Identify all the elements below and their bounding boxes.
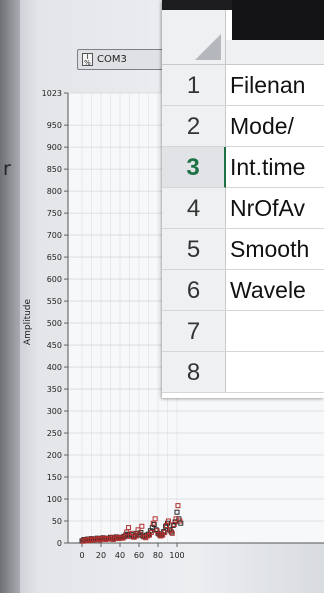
cell-a[interactable]: Mode/	[226, 106, 324, 147]
row-number[interactable]: 3	[162, 147, 226, 188]
row-number[interactable]: 4	[162, 188, 226, 229]
cell-a[interactable]	[226, 352, 324, 393]
row-number[interactable]: 6	[162, 270, 226, 311]
x-tick-label: 60	[134, 551, 144, 560]
y-tick-label: 900	[47, 143, 62, 152]
y-tick-label: 100	[47, 495, 62, 504]
y-tick-label: 0	[57, 539, 62, 548]
y-tick-label: 750	[47, 209, 62, 218]
cell-a[interactable]: Int.time	[226, 147, 324, 188]
sheet-row[interactable]: 3 Int.time	[162, 147, 324, 188]
sheet-row[interactable]: 8	[162, 352, 324, 393]
x-tick-label: 80	[153, 551, 163, 560]
y-tick-label: 700	[47, 231, 62, 240]
x-tick-label: 40	[115, 551, 125, 560]
y-tick-label: 150	[47, 473, 62, 482]
y-tick-label: 350	[47, 385, 62, 394]
y-tick-label: 850	[47, 165, 62, 174]
sheet-row[interactable]: 1 Filenan	[162, 65, 324, 106]
y-tick-label: 650	[47, 253, 62, 262]
x-tick-label: 20	[96, 551, 106, 560]
y-tick-label: 450	[47, 341, 62, 350]
y-tick-label: 200	[47, 451, 62, 460]
spreadsheet-window[interactable]: 1 Filenan 2 Mode/3 Int.time 4 NrOfAv 5 Smooth 6 Wa…	[162, 0, 324, 398]
y-tick-label: 250	[47, 429, 62, 438]
row-number[interactable]: 2	[162, 106, 226, 147]
dark-window-region	[232, 0, 324, 40]
row-number[interactable]: 1	[162, 65, 226, 106]
cell-a[interactable]: Filenan	[226, 65, 324, 106]
row-number[interactable]: 5	[162, 229, 226, 270]
y-tick-label: 50	[52, 517, 62, 526]
x-tick-label: 100	[169, 551, 184, 560]
sheet-row[interactable]: 6 Wavele	[162, 270, 324, 311]
y-tick-label: 950	[47, 121, 62, 130]
cell-a[interactable]: Wavele	[226, 270, 324, 311]
row-number[interactable]: 8	[162, 352, 226, 393]
y-tick-label: 550	[47, 297, 62, 306]
cell-a[interactable]: NrOfAv	[226, 188, 324, 229]
y-axis-label: Amplitude	[23, 298, 33, 345]
select-all-triangle	[195, 34, 221, 60]
y-tick-label: 600	[47, 275, 62, 284]
sheet-row[interactable]: 5 Smooth	[162, 229, 324, 270]
y-tick-label: 300	[47, 407, 62, 416]
cell-a[interactable]	[226, 311, 324, 352]
y-tick-label: 500	[47, 319, 62, 328]
y-tick-label: 400	[47, 363, 62, 372]
cell-a[interactable]: Smooth	[226, 229, 324, 270]
y-tick-label: 1023	[42, 89, 62, 98]
select-all-corner[interactable]	[162, 10, 226, 65]
sheet-row[interactable]: 2 Mode/	[162, 106, 324, 147]
x-tick-label: 0	[79, 551, 84, 560]
column-header-a[interactable]	[226, 40, 324, 65]
row-number[interactable]: 7	[162, 311, 226, 352]
sheet-row[interactable]: 7	[162, 311, 324, 352]
y-tick-label: 800	[47, 187, 62, 196]
sheet-row[interactable]: 4 NrOfAv	[162, 188, 324, 229]
